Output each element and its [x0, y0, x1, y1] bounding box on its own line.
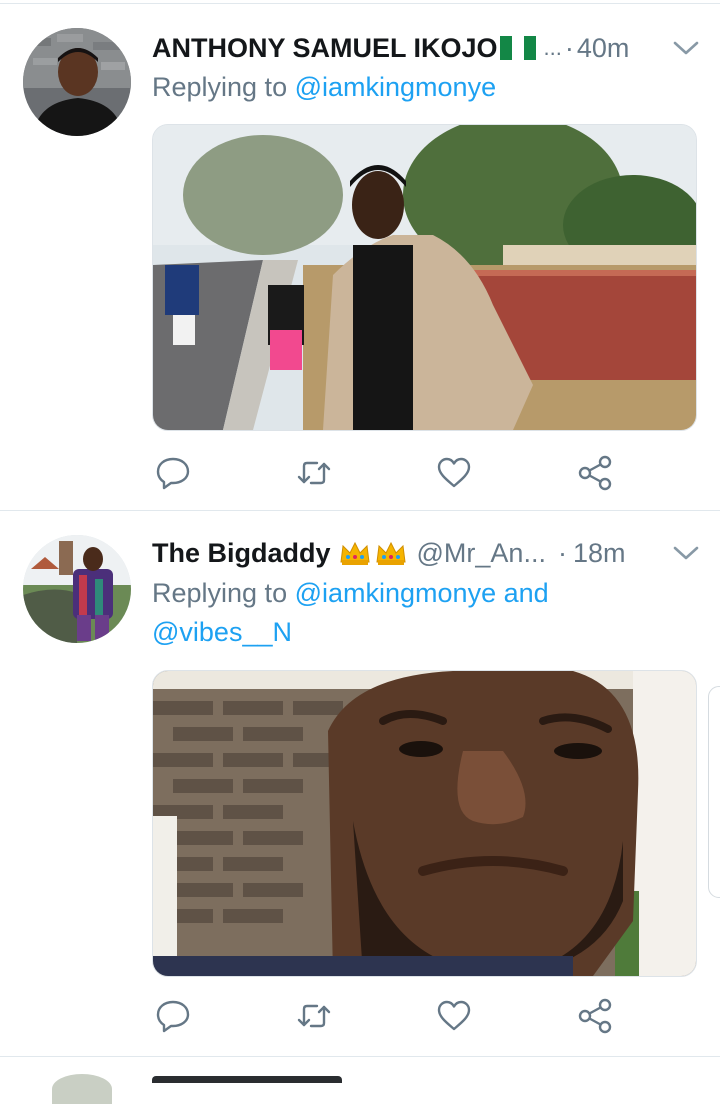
- mention-link[interactable]: @vibes__N: [152, 617, 292, 647]
- tweet-actions: [152, 452, 695, 494]
- replying-prefix: Replying to: [152, 578, 288, 608]
- display-name[interactable]: ANTHONY SAMUEL IKOJO: [152, 33, 498, 64]
- share-icon[interactable]: [574, 452, 616, 494]
- like-icon[interactable]: [433, 452, 475, 494]
- mention-link[interactable]: @iamkingmonye: [295, 578, 497, 608]
- handle[interactable]: @Mr_An...: [417, 538, 546, 569]
- display-name[interactable]: The Bigdaddy: [152, 538, 331, 569]
- tweet-header: ANTHONY SAMUEL IKOJO ... · 40m: [152, 30, 702, 66]
- tweet-divider: [0, 1056, 720, 1057]
- next-tweet-header: [152, 1076, 612, 1083]
- tweet-photo[interactable]: [152, 124, 697, 431]
- handle[interactable]: ...: [544, 35, 562, 61]
- crown-badges: [339, 540, 407, 566]
- avatar[interactable]: [23, 28, 131, 136]
- replying-prefix: Replying to: [152, 72, 288, 102]
- avatar[interactable]: [23, 535, 131, 643]
- reply-icon[interactable]: [152, 452, 194, 494]
- share-icon[interactable]: [574, 995, 616, 1037]
- crown-icon: [375, 541, 406, 565]
- crown-icon: [339, 541, 370, 565]
- dot-separator: ·: [557, 537, 567, 568]
- reply-icon[interactable]: [152, 995, 194, 1037]
- retweet-icon[interactable]: [293, 452, 335, 494]
- replying-to: Replying to @iamkingmonye: [152, 68, 622, 107]
- tweet-item[interactable]: The Bigdaddy @Mr_An... · 18m Replying to…: [0, 511, 720, 1056]
- replying-join: and: [503, 578, 549, 608]
- next-tweet-avatar[interactable]: [52, 1074, 112, 1104]
- chevron-down-icon[interactable]: [670, 537, 702, 569]
- like-icon[interactable]: [433, 995, 475, 1037]
- timestamp[interactable]: 40m: [577, 33, 630, 64]
- tweet-photo[interactable]: [152, 670, 697, 977]
- timestamp[interactable]: 18m: [573, 538, 626, 569]
- replying-to: Replying to @iamkingmonye and @vibes__N: [152, 574, 622, 652]
- dot-separator: ·: [564, 32, 574, 63]
- tweet-header: The Bigdaddy @Mr_An... · 18m: [152, 535, 702, 571]
- chevron-down-icon[interactable]: [670, 32, 702, 64]
- retweet-icon[interactable]: [293, 995, 335, 1037]
- mention-link[interactable]: @iamkingmonye: [295, 72, 497, 102]
- nigeria-flag-icon: [499, 36, 536, 60]
- tweet-actions: [152, 995, 695, 1037]
- scroll-indicator[interactable]: [708, 686, 720, 898]
- tweet-item[interactable]: ANTHONY SAMUEL IKOJO ... · 40m Replying …: [0, 4, 720, 509]
